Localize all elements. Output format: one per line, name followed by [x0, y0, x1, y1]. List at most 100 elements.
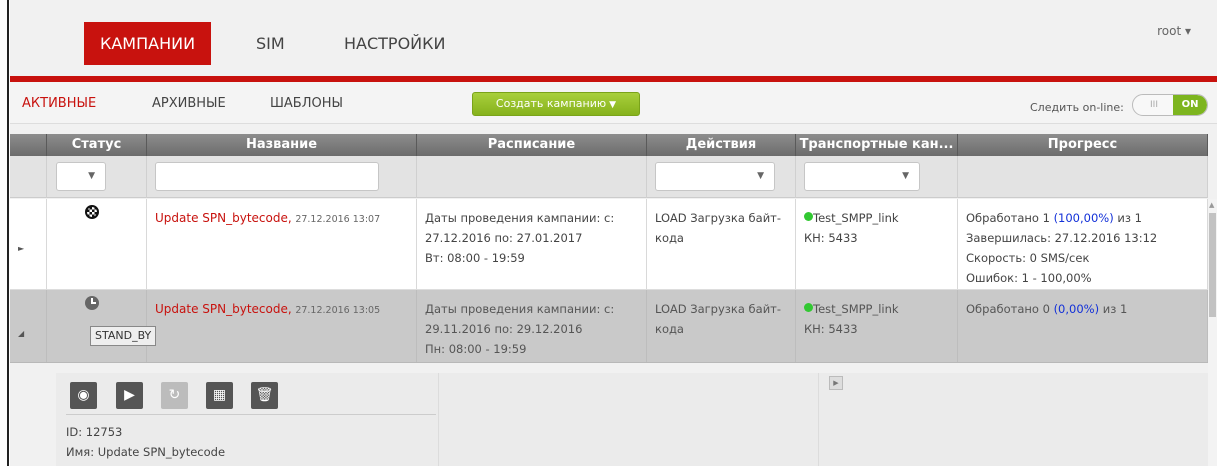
action-cell: LOAD Загрузка байт- кода: [647, 290, 796, 362]
online-follow-label: Следить on-line:: [1030, 101, 1124, 114]
collapse-arrow-icon[interactable]: ◢: [18, 324, 24, 344]
action-line: кода: [655, 231, 684, 245]
action-line: кода: [655, 322, 684, 336]
filter-schedule-cell: [417, 156, 647, 198]
progress-errors: Ошибок: 1 - 100,00%: [966, 271, 1092, 285]
filter-progress-cell: [958, 156, 1208, 198]
export-excel-button[interactable]: ▦: [206, 382, 233, 409]
view-button[interactable]: ◉: [70, 382, 97, 409]
play-small-icon[interactable]: ▶: [829, 376, 843, 390]
window-edge: [0, 0, 9, 466]
expander-cell: ◢: [10, 290, 47, 362]
finished-flag-icon: [85, 205, 99, 219]
chevron-down-icon: ▼: [88, 171, 95, 181]
filter-transport-cell: ▼: [796, 156, 958, 198]
filter-name-cell: [147, 156, 417, 198]
excel-icon: ▦: [212, 387, 227, 403]
expand-arrow-icon[interactable]: ►: [18, 239, 24, 259]
nav-tab-settings[interactable]: НАСТРОЙКИ: [328, 22, 461, 65]
schedule-line: 27.12.2016 по: 27.01.2017: [425, 231, 583, 245]
create-campaign-label: Создать кампанию: [495, 97, 607, 110]
progress-processed: Обработано 0: [966, 302, 1054, 316]
nav-tab-campaigns[interactable]: КАМПАНИИ: [84, 22, 212, 65]
top-navigation: КАМПАНИИ SIM НАСТРОЙКИ root ▾: [10, 0, 1217, 76]
tab-templates[interactable]: ШАБЛОНЫ: [270, 96, 343, 111]
table-row[interactable]: ► Update SPN_bytecode, 27.12.2016 13:07 …: [10, 199, 1208, 290]
header-status[interactable]: Статус: [47, 134, 147, 156]
progress-percent: (100,00%): [1053, 211, 1114, 225]
filter-row: ▼ ▼ ▼: [10, 156, 1208, 198]
progress-cell: Обработано 1 (100,00%) из 1 Завершилась:…: [958, 199, 1208, 289]
status-filter-select[interactable]: ▼: [56, 162, 106, 191]
grid-header: Статус Название Расписание Действия Тран…: [10, 134, 1208, 156]
transport-name: Test_SMPP_link: [813, 302, 899, 316]
delete-button[interactable]: 🗑: [251, 382, 278, 409]
filter-empty-cell: [10, 156, 47, 198]
campaign-date: 27.12.2016 13:07: [295, 214, 381, 225]
action-line: LOAD Загрузка байт-: [655, 302, 782, 316]
create-campaign-button[interactable]: Создать кампанию ▼: [472, 92, 640, 116]
status-cell: [47, 199, 147, 289]
progress-cell: Обработано 0 (0,00%) из 1: [958, 290, 1208, 362]
progress-processed: Обработано 1: [966, 211, 1054, 225]
scrollbar-thumb[interactable]: [1209, 213, 1216, 317]
refresh-icon: ↻: [168, 387, 181, 403]
name-filter-input[interactable]: [155, 162, 379, 191]
nav-tab-sim[interactable]: SIM: [240, 22, 301, 65]
online-toggle[interactable]: III ON: [1132, 94, 1208, 116]
refresh-button[interactable]: ↻: [161, 382, 188, 409]
schedule-cell: Даты проведения кампании: с: 27.12.2016 …: [417, 199, 647, 289]
eye-icon: ◉: [77, 387, 90, 403]
transport-number: КН: 5433: [804, 322, 858, 336]
start-button[interactable]: ▶: [116, 382, 143, 409]
schedule-line: Пн: 08:00 - 19:59: [425, 342, 527, 356]
online-status-icon: [804, 303, 813, 312]
transport-filter-select[interactable]: ▼: [804, 162, 920, 191]
actions-filter-select[interactable]: ▼: [655, 162, 775, 191]
transport-cell: Test_SMPP_link КН: 5433: [796, 199, 958, 289]
campaign-date: 27.12.2016 13:05: [295, 305, 381, 316]
app-window: КАМПАНИИ SIM НАСТРОЙКИ root ▾ АКТИВНЫЕ А…: [10, 0, 1217, 466]
header-expander-col: [10, 134, 47, 156]
details-info-panel: ◉ ▶ ↻ ▦ 🗑 ID: 12753 Имя: Update SPN_byte…: [56, 373, 439, 466]
campaign-id: ID: 12753: [66, 425, 123, 439]
chevron-down-icon: ▼: [902, 171, 909, 181]
campaign-details-panel: ◉ ▶ ↻ ▦ 🗑 ID: 12753 Имя: Update SPN_byte…: [56, 373, 1208, 466]
table-row-selected[interactable]: ◢ Update SPN_bytecode, 27.12.2016 13:05 …: [10, 290, 1208, 363]
play-icon: ▶: [124, 387, 135, 403]
campaign-link[interactable]: Update SPN_bytecode,: [155, 211, 292, 225]
chevron-down-icon: ▼: [609, 100, 617, 110]
tab-active[interactable]: АКТИВНЫЕ: [22, 96, 96, 111]
progress-finished: Завершилась: 27.12.2016 13:12: [966, 231, 1158, 245]
vertical-scrollbar[interactable]: ▲: [1208, 199, 1217, 466]
action-line: LOAD Загрузка байт-: [655, 211, 782, 225]
toggle-on-side: ON: [1173, 95, 1207, 115]
transport-cell: Test_SMPP_link КН: 5433: [796, 290, 958, 362]
header-name[interactable]: Название: [147, 134, 417, 156]
header-progress[interactable]: Прогресс: [958, 134, 1208, 156]
schedule-line: Даты проведения кампании: с:: [425, 302, 615, 316]
trash-icon: 🗑: [255, 387, 274, 403]
progress-total: из 1: [1099, 302, 1128, 316]
details-divider: [66, 414, 436, 415]
transport-number: КН: 5433: [804, 231, 858, 245]
scroll-up-icon[interactable]: ▲: [1209, 201, 1214, 209]
progress-percent: (0,00%): [1053, 302, 1100, 316]
name-cell: Update SPN_bytecode, 27.12.2016 13:07: [147, 199, 417, 289]
schedule-line: Вт: 08:00 - 19:59: [425, 251, 525, 265]
campaign-link[interactable]: Update SPN_bytecode,: [155, 302, 292, 316]
transport-name: Test_SMPP_link: [813, 211, 899, 225]
expander-cell: ►: [10, 199, 47, 289]
user-menu[interactable]: root ▾: [1157, 24, 1191, 38]
clock-icon: [85, 296, 99, 310]
progress-speed: Скорость: 0 SMS/сек: [966, 251, 1090, 265]
header-schedule[interactable]: Расписание: [417, 134, 647, 156]
schedule-line: Даты проведения кампании: с:: [425, 211, 615, 225]
header-actions[interactable]: Действия: [647, 134, 796, 156]
sub-navigation: АКТИВНЫЕ АРХИВНЫЕ ШАБЛОНЫ Создать кампан…: [10, 82, 1217, 124]
header-transport[interactable]: Транспортные кан...: [796, 134, 958, 156]
progress-total: из 1: [1113, 211, 1142, 225]
chevron-down-icon: ▼: [757, 171, 764, 181]
schedule-cell: Даты проведения кампании: с: 29.11.2016 …: [417, 290, 647, 362]
tab-archive[interactable]: АРХИВНЫЕ: [152, 96, 226, 111]
